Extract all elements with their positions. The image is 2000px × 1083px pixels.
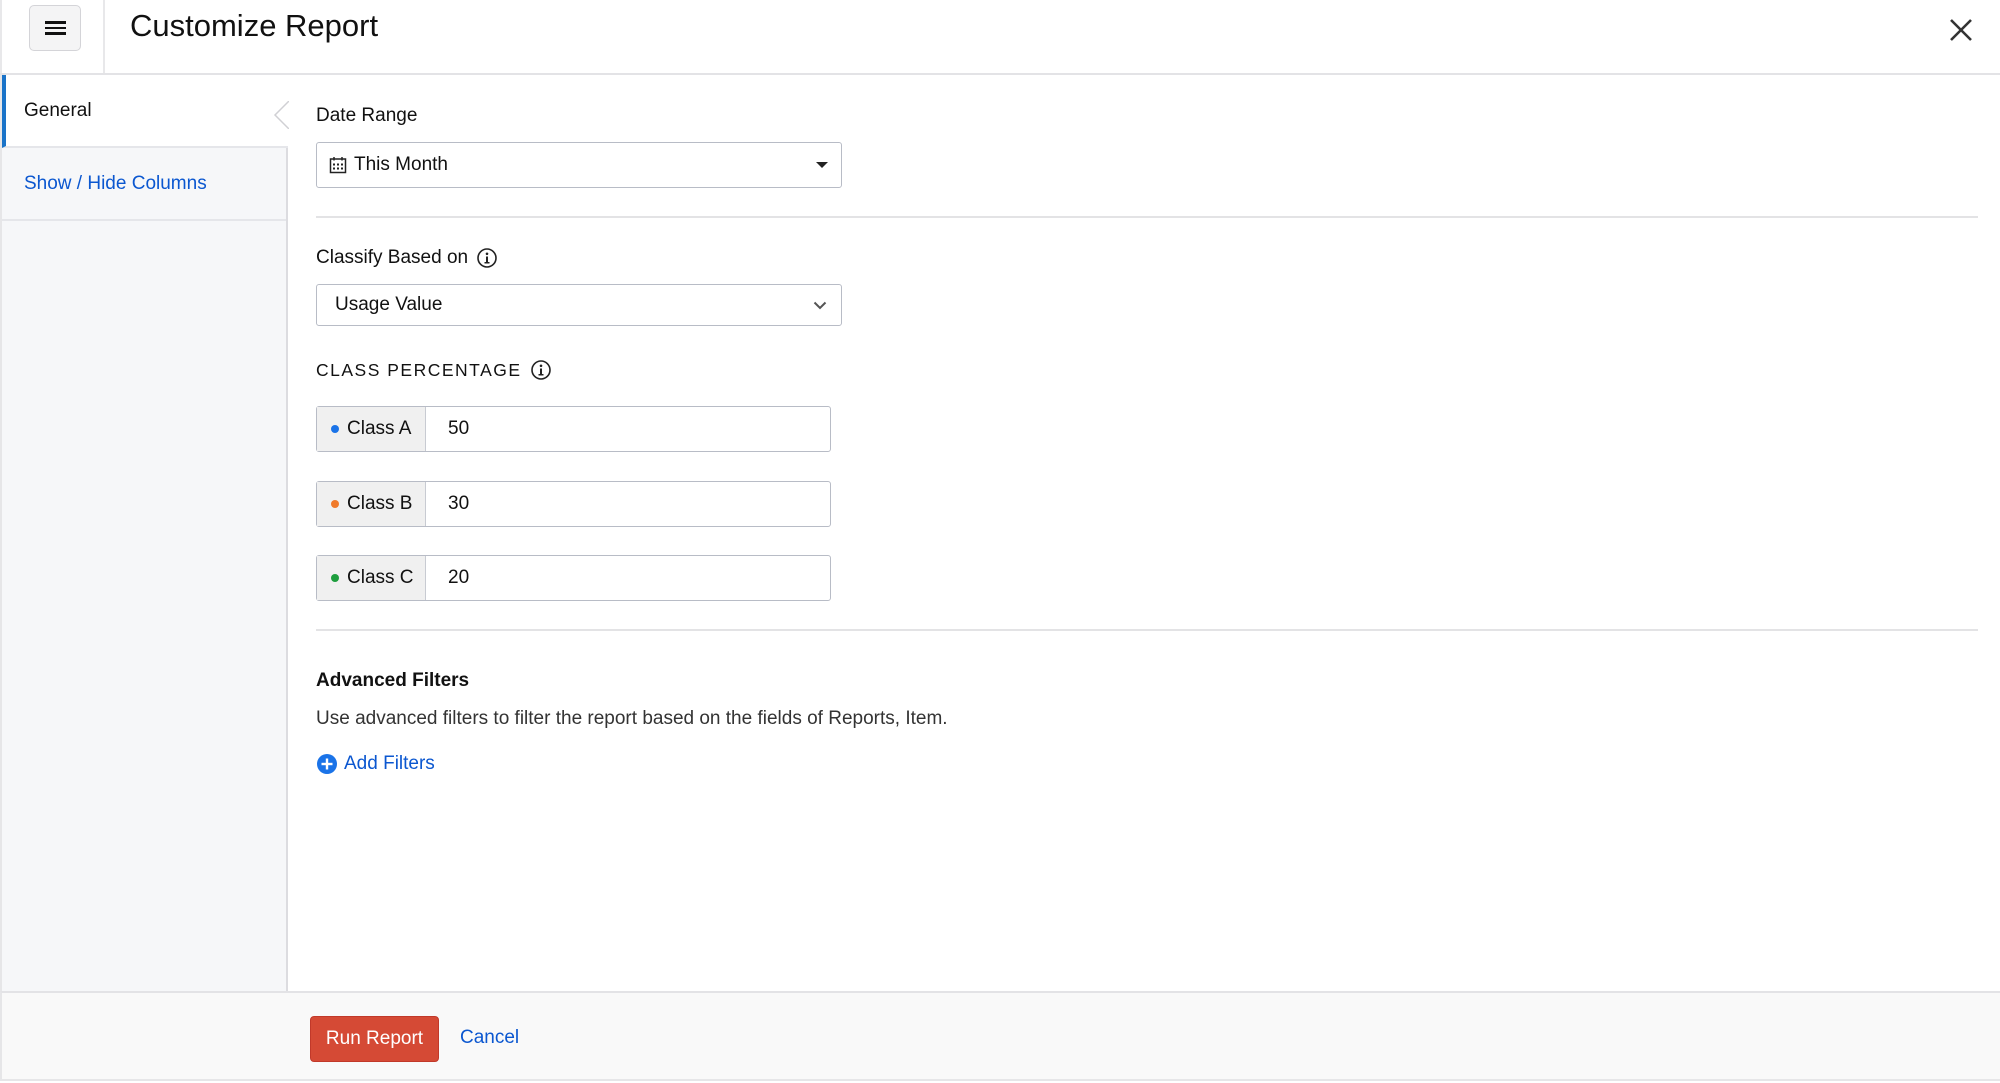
cancel-link[interactable]: Cancel: [460, 1027, 519, 1049]
hamburger-icon: [44, 21, 66, 24]
info-icon[interactable]: [476, 247, 498, 269]
add-filters-label: Add Filters: [344, 753, 435, 774]
page-title: Customize Report: [130, 8, 379, 43]
class-c-addon: Class C: [317, 556, 426, 600]
class-b-addon: Class B: [317, 482, 426, 526]
class-b-input[interactable]: [426, 482, 830, 526]
date-range-select[interactable]: This Month: [316, 142, 842, 188]
section-divider: [316, 216, 1978, 218]
sidebar-item-show-hide-columns[interactable]: Show / Hide Columns: [2, 148, 286, 221]
run-report-button[interactable]: Run Report: [310, 1016, 439, 1062]
class-c-row: Class C: [316, 555, 831, 601]
class-a-row: Class A: [316, 406, 831, 452]
date-range-label-text: Date Range: [316, 105, 418, 126]
caret-down-icon: [816, 162, 828, 168]
class-c-dot: [331, 574, 339, 582]
classify-value: Usage Value: [335, 294, 443, 315]
footer: Run Report Cancel: [0, 991, 2000, 1081]
close-icon[interactable]: [1945, 14, 1977, 46]
class-a-dot: [331, 425, 339, 433]
hamburger-menu-button[interactable]: [29, 5, 81, 51]
class-b-label: Class B: [347, 493, 413, 514]
advanced-filters-title: Advanced Filters: [316, 670, 470, 691]
classify-select[interactable]: Usage Value: [316, 284, 842, 326]
chevron-down-icon: [813, 301, 827, 309]
header: Customize Report: [0, 0, 2000, 75]
hamburger-icon-line: [44, 32, 66, 35]
class-percentage-label-text: CLASS PERCENTAGE: [316, 359, 522, 380]
class-a-input[interactable]: [426, 407, 830, 451]
class-a-addon: Class A: [317, 407, 426, 451]
date-range-value: This Month: [354, 154, 448, 175]
class-percentage-label: CLASS PERCENTAGE: [316, 359, 552, 381]
info-icon[interactable]: [530, 359, 552, 381]
classify-label: Classify Based on: [316, 247, 498, 269]
class-c-label: Class C: [347, 567, 414, 588]
active-notch: [273, 101, 289, 129]
sidebar-item-general[interactable]: General: [2, 75, 289, 148]
sidebar-item-label: Show / Hide Columns: [24, 172, 207, 194]
classify-label-text: Classify Based on: [316, 247, 469, 268]
section-divider: [316, 629, 1978, 631]
class-a-label: Class A: [347, 418, 412, 439]
sidebar-item-label: General: [24, 99, 92, 121]
date-range-label: Date Range: [316, 105, 417, 127]
class-c-input[interactable]: [426, 556, 830, 600]
class-b-dot: [331, 500, 339, 508]
calendar-icon: [329, 157, 347, 174]
hamburger-icon-line: [44, 26, 66, 30]
advanced-filters-description: Use advanced filters to filter the repor…: [316, 708, 948, 729]
plus-circle-icon: [317, 754, 337, 774]
menu-button-container: [0, 0, 105, 73]
add-filters-link[interactable]: Add Filters: [316, 753, 435, 775]
class-b-row: Class B: [316, 481, 831, 527]
sidebar: General Show / Hide Columns: [0, 75, 289, 992]
